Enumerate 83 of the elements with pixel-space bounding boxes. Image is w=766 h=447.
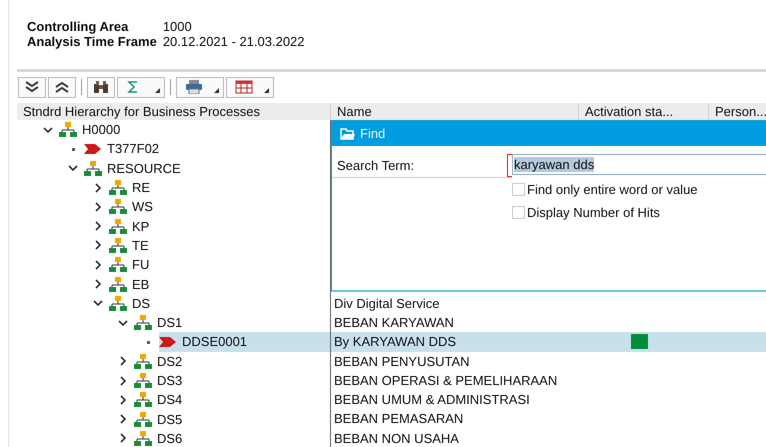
column-header[interactable]: Stndrd Hierarchy for Business Processes [17, 103, 331, 120]
double-chevron-down-icon [24, 80, 40, 94]
chevron-right-icon[interactable] [93, 202, 103, 212]
layout-button[interactable] [226, 76, 274, 98]
dialog-title: Find [360, 126, 386, 141]
hierarchy-icon [109, 180, 127, 196]
chevron-right-icon[interactable] [93, 182, 103, 193]
hierarchy-icon [134, 354, 152, 369]
chevron-right-icon[interactable] [93, 221, 103, 232]
chevron-right-icon[interactable] [118, 433, 128, 444]
tree-node[interactable]: DS4 [134, 390, 330, 410]
chevron-right-icon[interactable] [93, 240, 103, 250]
checkbox[interactable] [512, 206, 525, 219]
chevron-right-icon[interactable] [93, 260, 103, 270]
binoculars-icon [93, 80, 109, 94]
tree-node[interactable]: WS [109, 197, 330, 216]
chevron-right-icon[interactable] [118, 356, 128, 366]
print-button[interactable] [176, 76, 224, 98]
sigma-icon [126, 80, 140, 94]
collapse-all-button[interactable] [48, 76, 76, 98]
hierarchy-icon [109, 238, 127, 253]
chevron-down-icon[interactable] [68, 163, 78, 174]
chevron-right-icon[interactable] [93, 279, 103, 290]
tree-node[interactable]: RE [109, 178, 330, 198]
tree-node[interactable]: DS1 [134, 312, 330, 332]
chevron-down-icon[interactable] [43, 124, 53, 135]
table-cell-text: BEBAN UMUM & ADMINISTRASI [333, 391, 531, 410]
hierarchy-icon [109, 296, 127, 311]
splitter-handle[interactable] [17, 69, 766, 72]
checkbox-label: Display Number of Hits [527, 205, 660, 220]
tree-node[interactable]: TE [109, 236, 330, 256]
tree-node[interactable]: RESOURCE [84, 158, 330, 178]
tree-node[interactable]: DS2 [134, 352, 330, 371]
table-cell-text: BEBAN PEMASARAN [333, 410, 464, 428]
printer-icon [185, 80, 203, 94]
table-cell-text: BEBAN PENYUSUTAN [333, 352, 471, 371]
search-field[interactable]: karyawan dds [512, 154, 766, 175]
chevron-right-icon[interactable] [118, 394, 128, 405]
chevron-right-icon[interactable] [118, 414, 128, 424]
hierarchy-icon [134, 392, 152, 408]
field-value: 1000 [162, 19, 193, 34]
chevron-arrow-icon [159, 336, 177, 348]
tree-node[interactable]: KP [109, 216, 330, 236]
tree-node[interactable]: T377F02 [84, 139, 330, 159]
field-value: 20.12.2021 - 21.03.2022 [162, 34, 305, 49]
hierarchy-icon [109, 257, 127, 272]
find-button[interactable] [87, 76, 115, 98]
double-chevron-up-icon [54, 80, 70, 94]
chevron-right-icon[interactable] [118, 376, 128, 386]
hierarchy-icon [134, 373, 152, 388]
tree-node[interactable]: DS5 [134, 409, 330, 429]
tree-node[interactable]: DS3 [134, 370, 330, 390]
table-cell-text: Div Digital Service [333, 294, 440, 313]
hierarchy-icon [84, 160, 102, 176]
field-label: Controlling Area [27, 19, 130, 34]
field-label: Analysis Time Frame [27, 34, 157, 49]
sum-button[interactable] [117, 76, 165, 98]
expand-all-button[interactable] [18, 76, 46, 98]
hierarchy-icon [134, 315, 152, 330]
folder-icon [340, 128, 356, 140]
tree-node[interactable]: FU [109, 255, 330, 274]
chevron-down-icon[interactable] [118, 318, 128, 328]
hierarchy-icon [109, 276, 127, 292]
checkbox[interactable] [512, 183, 525, 196]
tree-node[interactable]: DS [109, 294, 330, 313]
table-cell: By KARYAWAN DDS [331, 332, 579, 352]
hierarchy-icon [109, 199, 127, 214]
tree-node[interactable]: DS6 [134, 428, 330, 447]
chevron-arrow-icon [84, 142, 102, 155]
field-label: Search Term: [336, 158, 416, 173]
chevron-down-icon[interactable] [93, 298, 103, 308]
tree-node[interactable]: H0000 [59, 120, 330, 140]
hierarchy-icon [109, 218, 127, 234]
table-cell-text: BEBAN NON USAHA [333, 430, 460, 447]
table-cell-text: BEBAN KARYAWAN [333, 314, 455, 332]
checkbox-label: Find only entire word or value [527, 182, 698, 197]
hierarchy-icon [134, 430, 152, 446]
table-cell-text: BEBAN OPERASI & PEMELIHARAAN [333, 372, 558, 390]
tree-node[interactable]: EB [109, 274, 330, 294]
table-layout-icon [235, 80, 253, 94]
hierarchy-icon [134, 412, 152, 427]
hierarchy-icon [59, 122, 77, 138]
tree-node[interactable]: DDSE0001 [159, 332, 330, 352]
